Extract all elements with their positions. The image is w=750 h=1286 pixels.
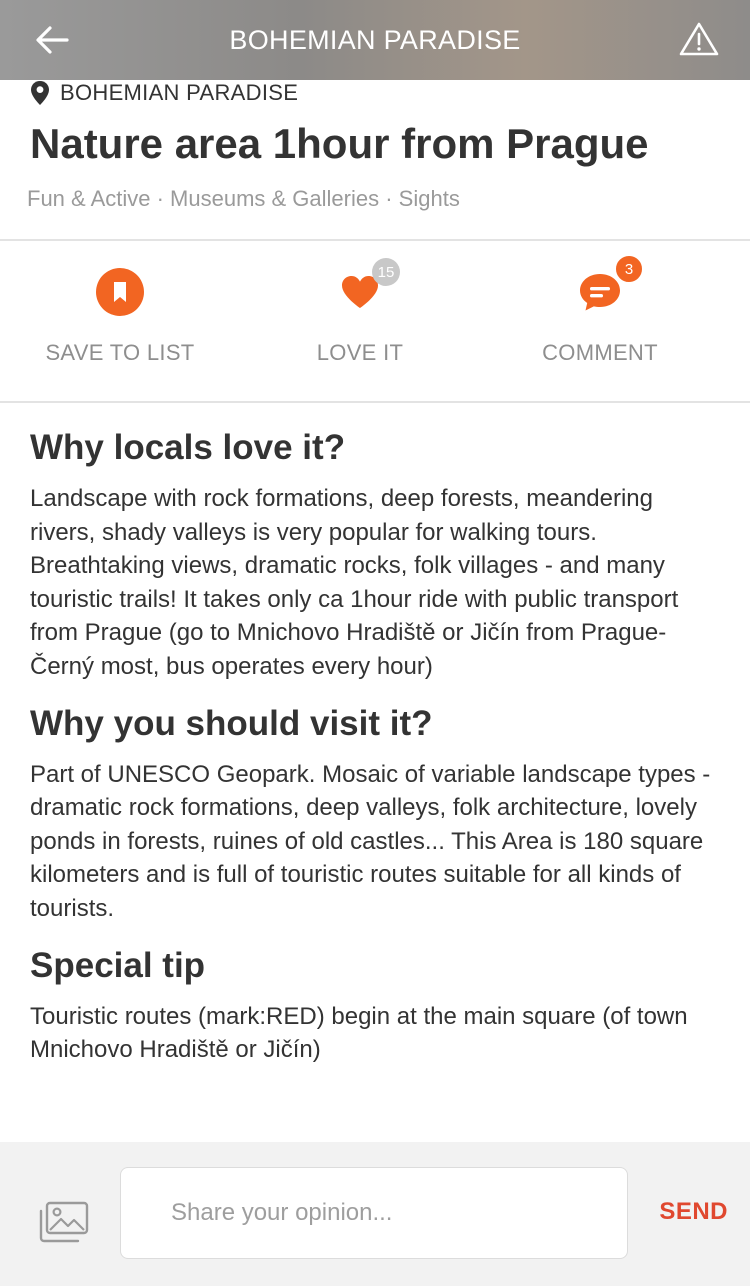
comment-input[interactable] (120, 1167, 628, 1259)
top-bar: BOHEMIAN PARADISE (0, 0, 750, 80)
love-it-label: LOVE IT (316, 340, 404, 365)
love-count-badge: 15 (372, 258, 400, 286)
love-icon-wrap: 15 (330, 258, 400, 322)
divider (0, 401, 750, 403)
comment-composer: SEND (0, 1142, 750, 1286)
comment-label: COMMENT (542, 340, 658, 365)
love-it-button[interactable]: 15 LOVE IT (240, 258, 480, 372)
report-button[interactable] (676, 16, 722, 62)
arrow-left-icon (36, 26, 69, 54)
save-to-list-label: SAVE TO LIST (45, 340, 195, 365)
section-heading-why-locals: Why locals love it? (30, 428, 346, 467)
location-row: BOHEMIAN PARADISE (30, 78, 298, 108)
bookmark-icon (96, 268, 144, 316)
section-heading-why-visit: Why you should visit it? (30, 703, 433, 743)
section-body-why-visit: Part of UNESCO Geopark. Mosaic of variab… (30, 760, 711, 922)
section-heading-special-tip: Special tip (30, 945, 206, 985)
comment-button[interactable]: 3 COMMENT (480, 254, 720, 372)
place-title: Nature area 1hour from Prague (30, 120, 649, 167)
divider (0, 239, 750, 241)
section-body-special-tip: Touristic routes (mark:RED) begin at the… (30, 1002, 688, 1064)
category-list: Fun & Active · Museums & Galleries · Sig… (27, 186, 460, 211)
map-pin-icon (31, 81, 49, 105)
back-button[interactable] (30, 18, 74, 62)
comment-count-badge: 3 (614, 254, 644, 284)
warning-triangle-icon (679, 22, 719, 56)
section-body-why-locals: Landscape with rock formations, deep for… (30, 485, 679, 680)
description-content: Why locals love it? Landscape with rock … (30, 420, 724, 1079)
save-to-list-button[interactable]: SAVE TO LIST (0, 262, 240, 372)
comment-icon-wrap: 3 (570, 254, 644, 322)
image-gallery-icon (39, 1201, 89, 1243)
send-button[interactable]: SEND (659, 1198, 728, 1226)
page-title: BOHEMIAN PARADISE (229, 24, 521, 55)
attach-image-button[interactable] (38, 1200, 90, 1244)
save-icon-wrap (90, 262, 150, 322)
location-label: BOHEMIAN PARADISE (60, 80, 299, 105)
